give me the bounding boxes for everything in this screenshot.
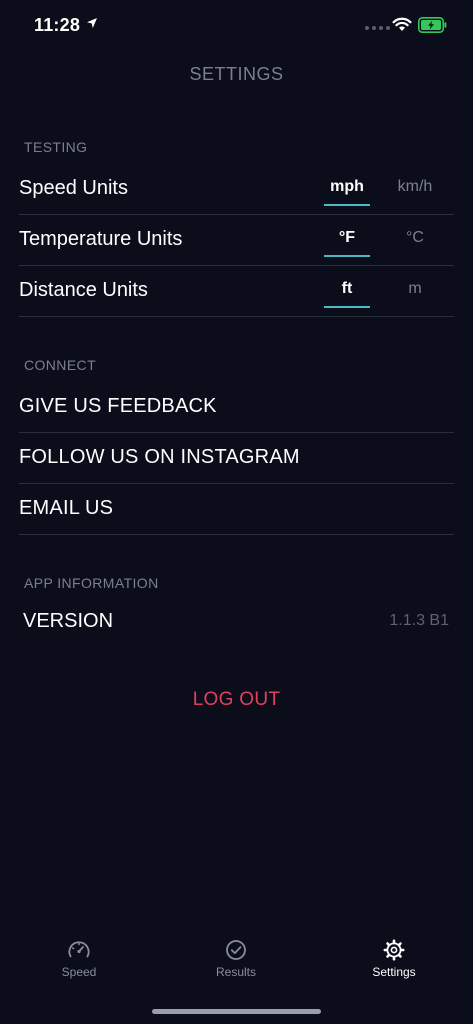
version-label: VERSION: [23, 610, 114, 632]
cellular-signal-icon: [365, 26, 390, 30]
temperature-unit-c-toggle[interactable]: °C: [392, 229, 438, 247]
temperature-unit-f-toggle[interactable]: °F: [324, 229, 370, 257]
temperature-units-label: Temperature Units: [19, 228, 183, 250]
speed-units-row: Speed Units mph km/h: [19, 164, 454, 215]
section-header-app-info: APP INFORMATION: [24, 575, 159, 591]
tab-settings[interactable]: Settings: [334, 930, 454, 979]
give-feedback-link[interactable]: GIVE US FEEDBACK: [19, 382, 454, 433]
distance-unit-ft-toggle[interactable]: ft: [324, 280, 370, 308]
home-indicator: [152, 1009, 321, 1014]
speed-unit-kmh-toggle[interactable]: km/h: [392, 178, 438, 196]
tab-bar: Speed Results Settings: [0, 930, 473, 1000]
email-us-link[interactable]: EMAIL US: [19, 484, 454, 535]
distance-units-row: Distance Units ft m: [19, 266, 454, 317]
location-arrow-icon: [87, 18, 97, 28]
status-bar: 11:28: [0, 0, 473, 52]
section-header-testing: TESTING: [24, 139, 88, 155]
distance-unit-m-toggle[interactable]: m: [392, 280, 438, 298]
temperature-units-row: Temperature Units °F °C: [19, 215, 454, 266]
divider: [19, 316, 454, 317]
section-header-connect: CONNECT: [24, 357, 97, 373]
tab-speed[interactable]: Speed: [19, 930, 139, 979]
log-out-button[interactable]: LOG OUT: [0, 689, 473, 711]
battery-charging-icon: [418, 17, 447, 33]
speed-unit-mph-toggle[interactable]: mph: [324, 178, 370, 206]
give-feedback-label: GIVE US FEEDBACK: [19, 395, 217, 417]
check-circle-icon: [226, 940, 246, 960]
page-title: SETTINGS: [189, 64, 284, 84]
speed-units-label: Speed Units: [19, 177, 128, 199]
divider: [19, 534, 454, 535]
status-time: 11:28: [34, 15, 81, 35]
tab-results-label: Results: [215, 965, 256, 979]
tab-settings-label: Settings: [372, 965, 416, 979]
version-value: 1.1.3 B1: [389, 612, 449, 629]
email-us-label: EMAIL US: [19, 497, 114, 519]
speedometer-icon: [68, 941, 90, 958]
distance-units-label: Distance Units: [19, 279, 148, 301]
gear-icon: [383, 939, 405, 961]
follow-instagram-link[interactable]: FOLLOW US ON INSTAGRAM: [19, 433, 454, 484]
follow-instagram-label: FOLLOW US ON INSTAGRAM: [19, 446, 300, 468]
tab-results[interactable]: Results: [176, 930, 296, 979]
tab-speed-label: Speed: [61, 965, 97, 979]
wifi-icon: [392, 17, 412, 31]
